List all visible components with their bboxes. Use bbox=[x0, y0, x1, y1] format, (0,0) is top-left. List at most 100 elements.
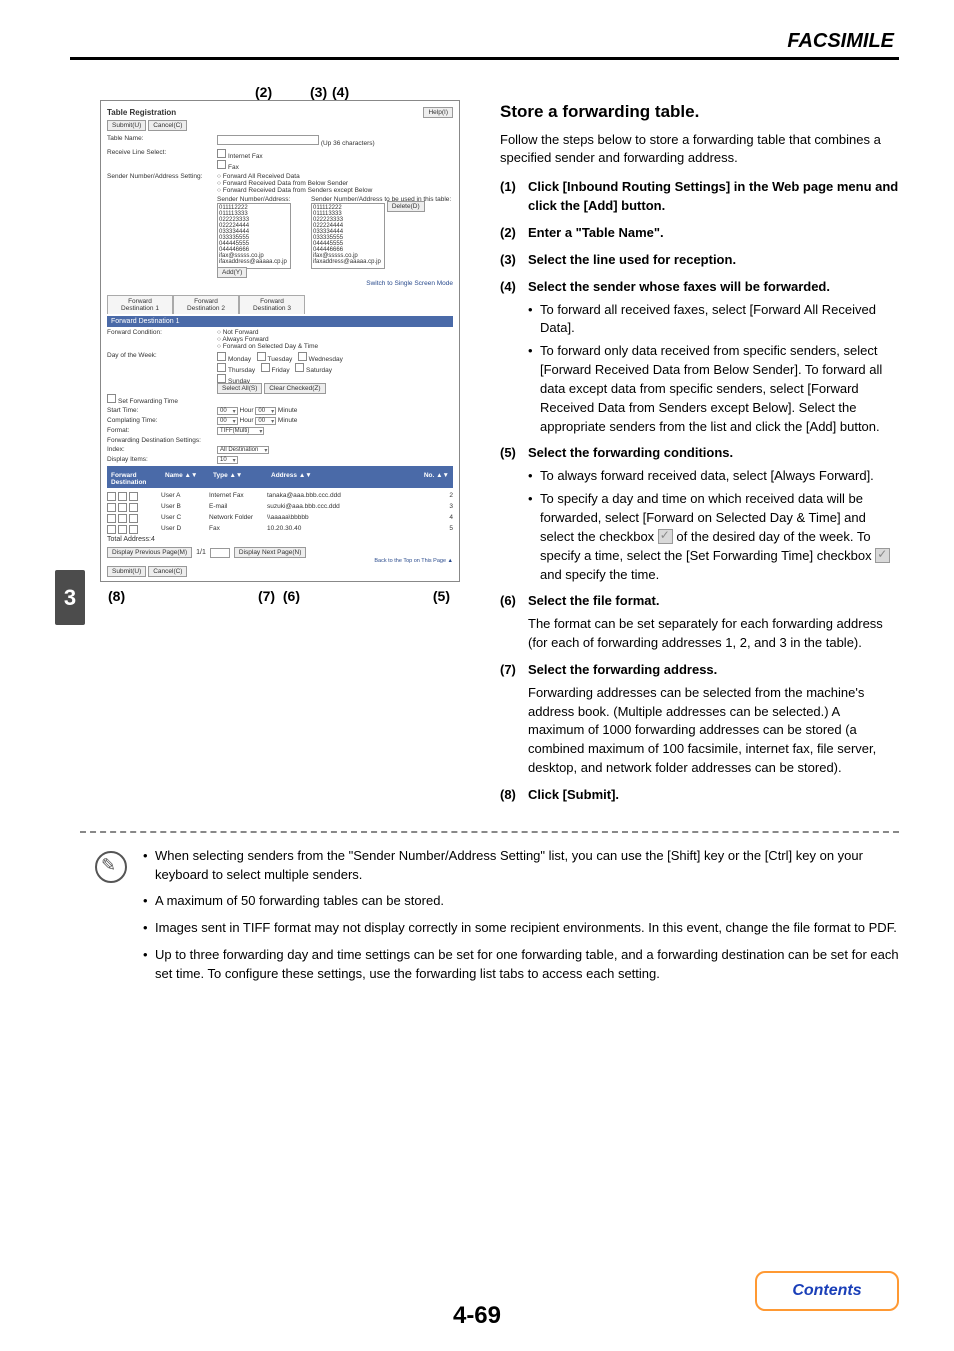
dow-thu-cb[interactable] bbox=[217, 363, 226, 372]
min-label-1: Minute bbox=[278, 407, 298, 414]
intro-text: Follow the steps below to store a forwar… bbox=[500, 131, 899, 169]
row-cb[interactable] bbox=[118, 514, 127, 523]
row-cb[interactable] bbox=[129, 525, 138, 534]
step-num-2: (2) bbox=[500, 224, 528, 243]
row-cb[interactable] bbox=[129, 492, 138, 501]
sender-col-left: Sender Number/Address: bbox=[217, 196, 307, 203]
step5-bullet-2: To specify a day and time on which recei… bbox=[528, 490, 899, 584]
format-select[interactable]: TIFF(Multi) bbox=[217, 427, 264, 435]
col-type[interactable]: Type ▲▼ bbox=[213, 472, 271, 486]
dow-thu: Thursday bbox=[228, 367, 255, 374]
cancel-button-top[interactable]: Cancel(C) bbox=[148, 120, 187, 131]
row-cb[interactable] bbox=[107, 492, 116, 501]
dashed-divider bbox=[80, 831, 899, 833]
dow-sat-cb[interactable] bbox=[295, 363, 304, 372]
index-select[interactable]: All Destination bbox=[217, 446, 269, 454]
back-to-top-link[interactable]: Back to the Top on This Page ▲ bbox=[107, 558, 453, 564]
radio-except[interactable]: Forward Received Data from Senders excep… bbox=[223, 187, 373, 194]
table-row: User B E-mail suzuki@aaa.bbb.ccc.ddd 3 bbox=[107, 503, 453, 514]
row-cb[interactable] bbox=[129, 514, 138, 523]
col-no[interactable]: No. ▲▼ bbox=[415, 472, 449, 486]
screenshot-panel: Table Registration Help(I) Submit(U) Can… bbox=[100, 100, 460, 582]
start-hour-select[interactable]: 00 bbox=[217, 407, 238, 415]
step-6: Select the file format. bbox=[528, 592, 899, 611]
clear-checked-button[interactable]: Clear Checked(Z) bbox=[264, 383, 325, 394]
select-all-button[interactable]: Select All(S) bbox=[217, 383, 262, 394]
step5-bullet-1: To always forward received data, select … bbox=[528, 467, 899, 486]
col-name[interactable]: Name ▲▼ bbox=[165, 472, 213, 486]
step-num-7: (7) bbox=[500, 661, 528, 680]
next-page-button[interactable]: Display Next Page(N) bbox=[234, 547, 307, 558]
table-name-input[interactable] bbox=[217, 135, 319, 145]
dow-fri-cb[interactable] bbox=[261, 363, 270, 372]
step-num-8: (8) bbox=[500, 786, 528, 805]
tab-dest-3[interactable]: Forward Destination 3 bbox=[239, 295, 305, 314]
fax-checkbox[interactable] bbox=[217, 160, 226, 169]
tab-dest-2[interactable]: Forward Destination 2 bbox=[173, 295, 239, 314]
dow-tue-cb[interactable] bbox=[257, 352, 266, 361]
col-addr[interactable]: Address ▲▼ bbox=[271, 472, 415, 486]
prev-page-button[interactable]: Display Previous Page(M) bbox=[107, 547, 192, 558]
row-cb[interactable] bbox=[107, 525, 116, 534]
radio-all[interactable]: Forward All Received Data bbox=[223, 173, 300, 180]
step-num-4: (4) bbox=[500, 278, 528, 297]
step-num-3: (3) bbox=[500, 251, 528, 270]
hour-label-1: Hour bbox=[240, 407, 254, 414]
start-time-label: Start Time: bbox=[107, 407, 217, 414]
radio-below[interactable]: Forward Received Data from Below Sender bbox=[223, 180, 348, 187]
page-count: 1/1 bbox=[196, 549, 206, 556]
cond-always[interactable]: Always Forward bbox=[222, 336, 268, 343]
end-hour-select[interactable]: 00 bbox=[217, 417, 238, 425]
ifax-checkbox[interactable] bbox=[217, 149, 226, 158]
delete-d-button[interactable]: Delete(D) bbox=[387, 201, 425, 212]
tab-dest-1[interactable]: Forward Destination 1 bbox=[107, 295, 173, 314]
help-button[interactable]: Help(I) bbox=[423, 107, 453, 118]
step-5: Select the forwarding conditions. bbox=[528, 444, 899, 463]
row-cb[interactable] bbox=[118, 503, 127, 512]
dow-mon-cb[interactable] bbox=[217, 352, 226, 361]
step7-para: Forwarding addresses can be selected fro… bbox=[528, 684, 899, 778]
display-items-label: Display Items: bbox=[107, 456, 217, 463]
band-dest: Forward Destination Name ▲▼ Type ▲▼ Addr… bbox=[107, 466, 453, 488]
step-num-1: (1) bbox=[500, 178, 528, 216]
callout-2: (2) bbox=[255, 84, 272, 100]
total-address: Total Address:4 bbox=[107, 536, 453, 543]
cond-sel[interactable]: Forward on Selected Day & Time bbox=[223, 343, 318, 350]
row-cb[interactable] bbox=[118, 492, 127, 501]
table-row: User D Fax 10.20.30.40 5 bbox=[107, 525, 453, 536]
checkbox-icon bbox=[658, 529, 673, 544]
note-4: Up to three forwarding day and time sett… bbox=[143, 946, 899, 984]
contents-button[interactable]: Contents bbox=[755, 1271, 899, 1311]
step-1: Click [Inbound Routing Settings] in the … bbox=[528, 178, 899, 216]
cancel-button-bottom[interactable]: Cancel(C) bbox=[148, 566, 187, 577]
submit-button-bottom[interactable]: Submit(U) bbox=[107, 566, 146, 577]
dow-sun-cb[interactable] bbox=[217, 374, 226, 383]
start-min-select[interactable]: 00 bbox=[255, 407, 276, 415]
row-cb[interactable] bbox=[107, 503, 116, 512]
row-cb[interactable] bbox=[107, 514, 116, 523]
row-cb[interactable] bbox=[129, 503, 138, 512]
ifax-label: Internet Fax bbox=[228, 153, 263, 160]
fax-label: Fax bbox=[228, 164, 239, 171]
sender-list-right[interactable]: 011112222 011113333 022223333 022224444 … bbox=[311, 203, 385, 269]
step-4: Select the sender whose faxes will be fo… bbox=[528, 278, 899, 297]
switch-mode-link[interactable]: Switch to Single Screen Mode bbox=[217, 280, 453, 287]
step-num-5: (5) bbox=[500, 444, 528, 463]
row-cb[interactable] bbox=[118, 525, 127, 534]
cond-not[interactable]: Not Forward bbox=[223, 329, 259, 336]
dow-wed-cb[interactable] bbox=[298, 352, 307, 361]
receive-line-label: Receive Line Select: bbox=[107, 149, 217, 156]
submit-button-top[interactable]: Submit(U) bbox=[107, 120, 146, 131]
panel-title: Table Registration bbox=[107, 108, 176, 117]
sender-list-left[interactable]: 011112222 011113333 022223333 022224444 … bbox=[217, 203, 291, 269]
end-time-label: Complating Time: bbox=[107, 417, 217, 424]
format-label: Format: bbox=[107, 427, 217, 434]
display-items-select[interactable]: 10 bbox=[217, 456, 238, 464]
page-input[interactable] bbox=[210, 548, 230, 558]
set-time-cb[interactable] bbox=[107, 394, 116, 403]
add-y-button[interactable]: Add(Y) bbox=[217, 267, 247, 278]
band-dest-1: Forward Destination 1 bbox=[107, 316, 453, 327]
dow-fri: Friday bbox=[272, 367, 290, 374]
end-min-select[interactable]: 00 bbox=[255, 417, 276, 425]
checkbox-icon bbox=[875, 548, 890, 563]
